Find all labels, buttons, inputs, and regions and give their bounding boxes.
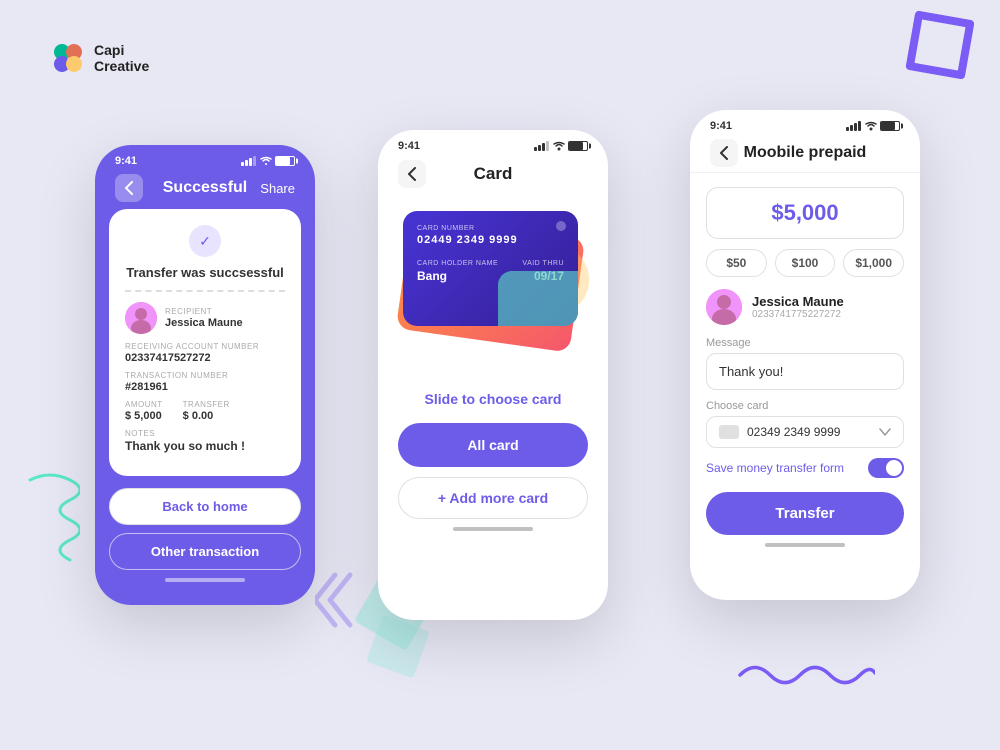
card-dot xyxy=(556,221,566,231)
amount-value: $5,000 xyxy=(771,200,838,225)
user-avatar-image xyxy=(706,289,742,325)
message-value: Thank you! xyxy=(719,364,783,379)
deco-squiggle-icon xyxy=(735,655,875,695)
status-bar-mid: 9:41 xyxy=(378,130,608,156)
share-button[interactable]: Share xyxy=(260,181,295,196)
save-toggle[interactable] xyxy=(868,458,904,478)
home-indicator-mid xyxy=(453,527,533,531)
card-number-label: CARD NUMBER xyxy=(417,225,564,232)
all-card-button[interactable]: All card xyxy=(398,423,588,467)
wifi-icon xyxy=(260,156,272,166)
deco-square-icon xyxy=(905,10,975,80)
logo-text: Capi Creative xyxy=(94,42,149,74)
user-info: Jessica Maune 0233741775227272 xyxy=(752,294,844,320)
message-label: Message xyxy=(706,337,904,349)
signal-icon xyxy=(241,156,257,166)
amount-box: $5,000 xyxy=(706,187,904,239)
amount-transfer-row: AMOUNT $ 5,000 TRANSFER $ 0.00 xyxy=(125,400,285,429)
check-icon: ✓ xyxy=(189,225,221,257)
add-more-card-button[interactable]: + Add more card xyxy=(398,477,588,519)
toggle-knob xyxy=(886,460,902,476)
status-icons-right xyxy=(846,121,900,131)
page-title-right: Moobile prepaid xyxy=(744,144,867,162)
card-holder-name: Bang xyxy=(417,269,498,283)
header-mid: Card xyxy=(378,156,608,196)
header-left: Successful Share xyxy=(95,171,315,209)
phone-successful: 9:41 Successful Share xyxy=(95,145,315,605)
recipient-name: Jessica Maune xyxy=(165,317,243,329)
page-title-left: Successful xyxy=(163,179,247,197)
phone-transfer: 9:41 Moobile prepaid xyxy=(690,110,920,600)
save-toggle-row: Save money transfer form xyxy=(706,458,904,478)
back-button-right[interactable] xyxy=(710,139,738,167)
logo: Capi Creative xyxy=(50,40,149,76)
header-right: Moobile prepaid xyxy=(690,136,920,173)
wifi-icon-right xyxy=(865,121,877,131)
back-chevron-icon-mid xyxy=(408,167,416,181)
account-row: RECEIVING ACCOUNT NUMBER 02337417527272 xyxy=(125,342,285,364)
back-chevron-icon-right xyxy=(720,146,728,160)
deco-lines-icon xyxy=(20,470,80,570)
status-icons-left xyxy=(241,156,295,166)
avatar-image xyxy=(125,302,157,334)
slide-text: Slide to choose card xyxy=(378,391,608,407)
user-row: Jessica Maune 0233741775227272 xyxy=(706,289,904,325)
notes-row: NOTES Thank you so much ! xyxy=(125,429,285,453)
signal-icon-mid xyxy=(534,141,550,151)
back-button-mid[interactable] xyxy=(398,160,426,188)
card-select-left: 02349 2349 9999 xyxy=(719,425,840,439)
preset-100[interactable]: $100 xyxy=(775,249,836,277)
back-to-home-button[interactable]: Back to home xyxy=(109,488,301,525)
wifi-icon-mid xyxy=(553,141,565,151)
preset-1000[interactable]: $1,000 xyxy=(843,249,904,277)
card-number-display: 02349 2349 9999 xyxy=(747,425,840,439)
back-chevron-icon xyxy=(125,181,133,195)
bottom-buttons-left: Back to home Other transaction xyxy=(95,476,315,570)
page-title-mid: Card xyxy=(474,164,513,184)
battery-icon xyxy=(275,156,295,166)
recipient-label: RECIPIENT xyxy=(165,307,243,316)
card-label: Choose card xyxy=(706,400,904,412)
back-button-left[interactable] xyxy=(115,174,143,202)
status-bar-left: 9:41 xyxy=(95,145,315,171)
home-indicator-right xyxy=(765,543,845,547)
save-label: Save money transfer form xyxy=(706,461,844,475)
time-mid: 9:41 xyxy=(398,140,420,152)
transfer-success-text: Transfer was succsessful xyxy=(125,265,285,280)
card-select[interactable]: 02349 2349 9999 xyxy=(706,416,904,448)
cards-container: CARD NUMBER 02449 2349 9999 CARD HOLDER … xyxy=(398,206,588,381)
card-teal-accent xyxy=(498,271,578,326)
transfer-button[interactable]: Transfer xyxy=(706,492,904,535)
preset-50[interactable]: $50 xyxy=(706,249,767,277)
battery-icon-right xyxy=(880,121,900,131)
card-number-value: 02449 2349 9999 xyxy=(417,234,564,246)
user-account: 0233741775227272 xyxy=(752,309,844,320)
card-holder-section: CARD HOLDER NAME Bang xyxy=(417,260,498,283)
recipient-section: RECIPIENT Jessica Maune xyxy=(125,302,285,334)
recipient-avatar xyxy=(125,302,157,334)
user-avatar xyxy=(706,289,742,325)
message-input[interactable]: Thank you! xyxy=(706,353,904,390)
phone-card: 9:41 Card xyxy=(378,130,608,620)
other-transaction-button[interactable]: Other transaction xyxy=(109,533,301,570)
transaction-row: TRANSACTION NUMBER #281961 xyxy=(125,371,285,393)
signal-icon-right xyxy=(846,121,862,131)
card-icon xyxy=(719,425,739,439)
logo-icon xyxy=(50,40,86,76)
status-icons-mid xyxy=(534,141,588,151)
battery-icon-mid xyxy=(568,141,588,151)
card-front: CARD NUMBER 02449 2349 9999 CARD HOLDER … xyxy=(403,211,578,326)
preset-amounts: $50 $100 $1,000 xyxy=(706,249,904,277)
status-bar-right: 9:41 xyxy=(690,110,920,136)
time-left: 9:41 xyxy=(115,155,137,167)
home-indicator-left xyxy=(165,578,245,582)
chevron-down-icon xyxy=(879,428,891,436)
receipt-card: ✓ Transfer was succsessful RECIPIENT Jes… xyxy=(109,209,301,476)
time-right: 9:41 xyxy=(710,120,732,132)
receipt-divider xyxy=(125,290,285,292)
user-name: Jessica Maune xyxy=(752,294,844,309)
